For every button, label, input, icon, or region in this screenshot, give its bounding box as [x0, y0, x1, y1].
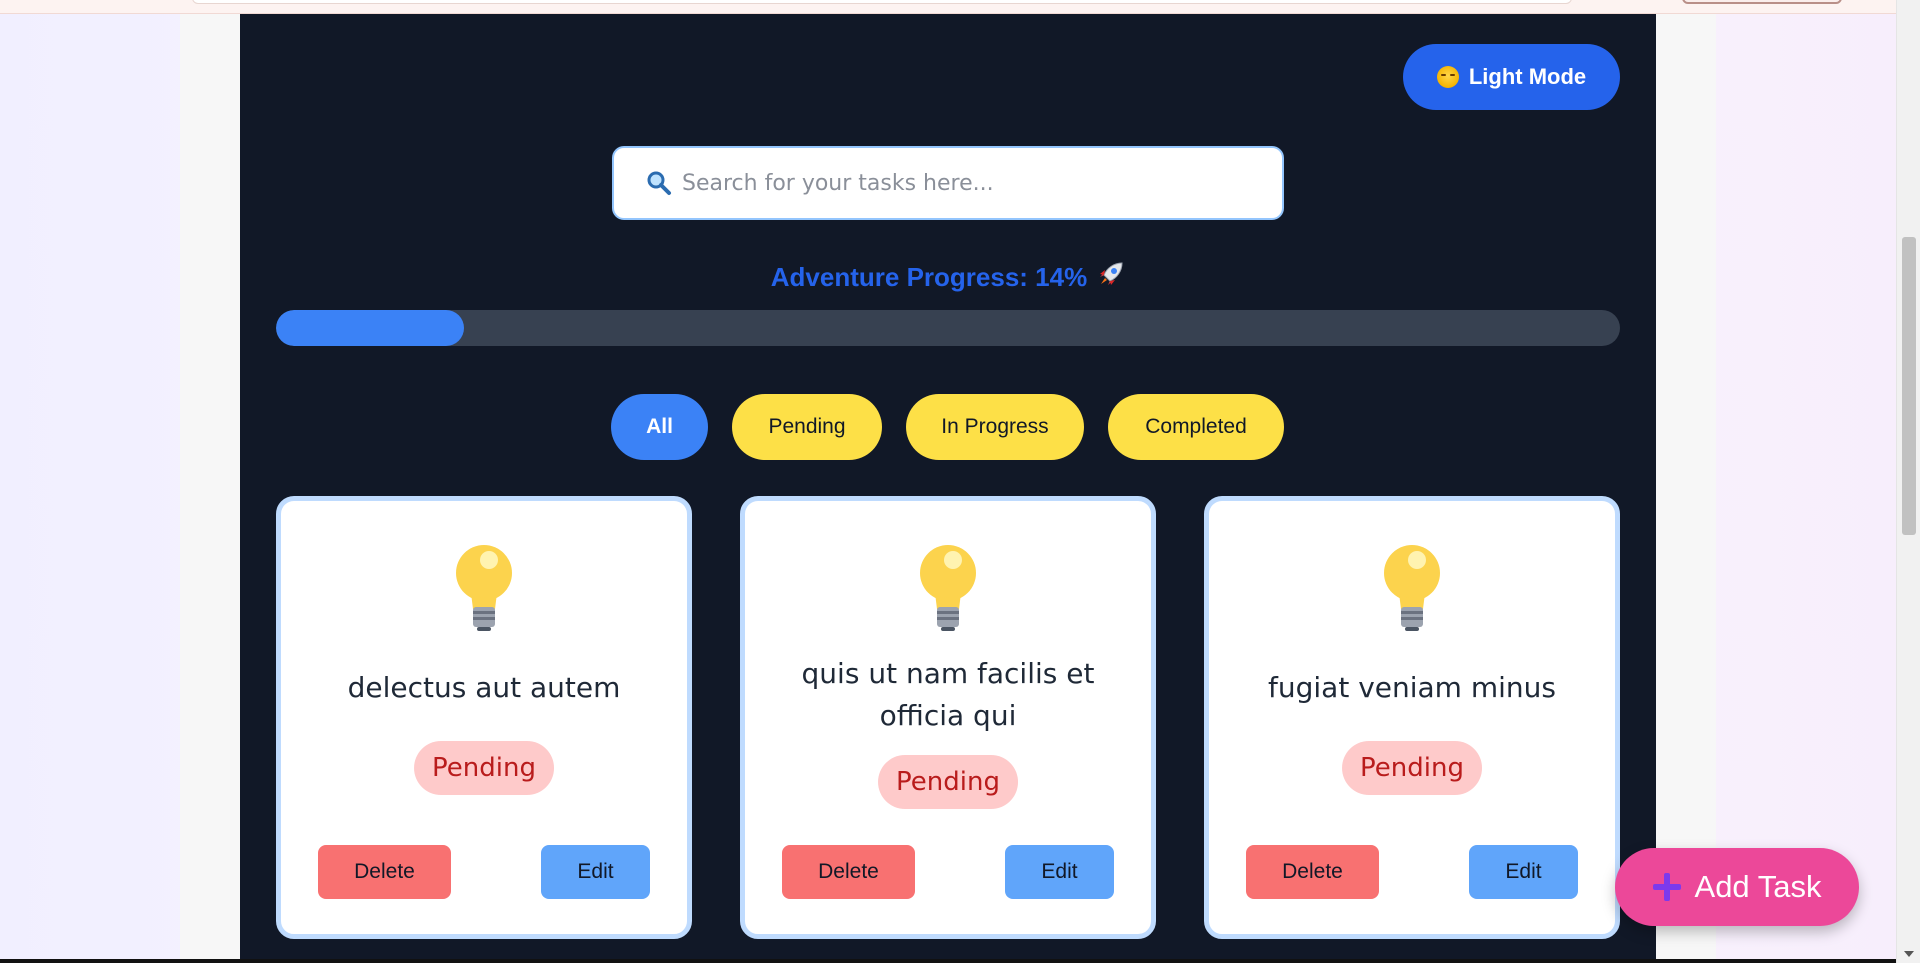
add-task-button[interactable]: Add Task: [1615, 848, 1859, 926]
task-title: quis ut nam facilis et officia qui: [801, 657, 1095, 732]
delete-button[interactable]: Delete: [782, 845, 915, 899]
scroll-down-icon[interactable]: [1904, 951, 1914, 957]
filter-pending-button[interactable]: Pending: [732, 394, 882, 460]
scrollbar-thumb[interactable]: [1902, 237, 1916, 535]
rocket-icon: [1097, 260, 1125, 295]
delete-button[interactable]: Delete: [1246, 845, 1379, 899]
plus-icon: [1652, 873, 1681, 901]
task-card: delectus aut autem Pending Delete Edit: [276, 496, 692, 939]
lightbulb-icon: [456, 545, 512, 631]
progress-bar-fill: [276, 310, 465, 346]
theme-toggle-button[interactable]: Light Mode: [1403, 44, 1620, 110]
status-filters: All Pending In Progress Completed: [0, 394, 1920, 460]
filter-completed-button[interactable]: Completed: [1108, 394, 1284, 460]
status-badge: Pending: [414, 741, 554, 795]
theme-toggle-label: Light Mode: [1468, 64, 1587, 89]
search-box[interactable]: [612, 146, 1284, 220]
progress-label: Adventure Progress: 14%: [770, 262, 1088, 292]
filter-in-progress-button[interactable]: In Progress: [906, 394, 1084, 460]
task-card: fugiat veniam minus Pending Delete Edit: [1204, 496, 1620, 939]
task-title: fugiat veniam minus: [1268, 671, 1556, 704]
sun-face-icon: [1436, 66, 1459, 88]
address-bar[interactable]: [192, 0, 1572, 4]
delete-button[interactable]: Delete: [318, 845, 451, 899]
edit-button[interactable]: Edit: [1469, 845, 1578, 899]
toolbar-button[interactable]: [1682, 0, 1842, 4]
search-icon: [646, 170, 672, 196]
window-bottom-edge: [0, 959, 1896, 963]
lightbulb-icon: [1384, 545, 1440, 631]
lightbulb-icon: [920, 545, 976, 631]
search-input[interactable]: [682, 170, 1282, 196]
progress-label-row: Adventure Progress: 14%: [612, 260, 1284, 295]
status-badge: Pending: [1342, 741, 1482, 795]
task-title: delectus aut autem: [347, 671, 621, 704]
add-task-label: Add Task: [1694, 869, 1822, 904]
edit-button[interactable]: Edit: [541, 845, 650, 899]
task-card: quis ut nam facilis et officia qui Pendi…: [740, 496, 1156, 939]
browser-top-strip: [0, 0, 1920, 14]
page-scrollbar[interactable]: [1896, 0, 1920, 963]
edit-button[interactable]: Edit: [1005, 845, 1114, 899]
status-badge: Pending: [878, 755, 1018, 809]
progress-bar: [276, 310, 1620, 346]
filter-all-button[interactable]: All: [611, 394, 708, 460]
